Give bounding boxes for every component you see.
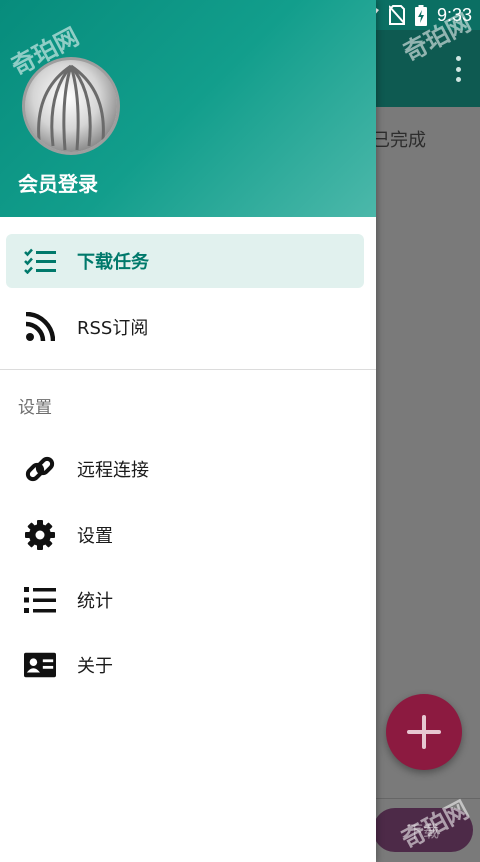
tab-completed[interactable]: 已完成 [372, 126, 426, 152]
link-icon [24, 455, 56, 483]
overflow-menu-icon[interactable] [456, 56, 462, 82]
menu-item-label: RSS订阅 [77, 318, 149, 339]
menu-item-label: 远程连接 [77, 460, 149, 481]
drawer-divider [0, 369, 376, 370]
section-title-settings: 设置 [18, 398, 52, 418]
menu-item-label: 下载任务 [77, 252, 149, 273]
menu-item-remote-connection[interactable]: 远程连接 [6, 442, 364, 496]
menu-item-settings[interactable]: 设置 [6, 508, 364, 562]
drawer-header: 会员登录 [0, 0, 376, 217]
app-logo [25, 60, 117, 152]
task-list-icon [24, 247, 56, 275]
menu-item-label: 设置 [77, 526, 113, 547]
list-icon [24, 586, 56, 614]
plus-icon [407, 715, 441, 749]
battery-charging-icon [414, 4, 427, 26]
menu-item-label: 统计 [77, 591, 113, 612]
bottom-divider [372, 798, 480, 799]
menu-item-statistics[interactable]: 统计 [6, 573, 364, 627]
navigation-drawer: 会员登录 下载任务 RSS订阅 设置 远程连接 设置 统计 关于 [0, 0, 376, 862]
menu-item-about[interactable]: 关于 [6, 638, 364, 692]
rss-icon [24, 312, 56, 342]
download-button[interactable]: 下载 [373, 808, 473, 852]
gear-icon [24, 520, 56, 550]
menu-item-download-tasks[interactable]: 下载任务 [6, 234, 364, 288]
avatar[interactable] [22, 57, 120, 155]
menu-item-rss[interactable]: RSS订阅 [6, 300, 364, 354]
id-card-icon [24, 651, 56, 679]
add-task-fab[interactable] [386, 694, 462, 770]
no-sim-icon [388, 5, 405, 25]
menu-item-label: 关于 [77, 656, 113, 677]
status-time: 9:33 [436, 4, 472, 25]
member-login-link[interactable]: 会员登录 [18, 168, 98, 197]
